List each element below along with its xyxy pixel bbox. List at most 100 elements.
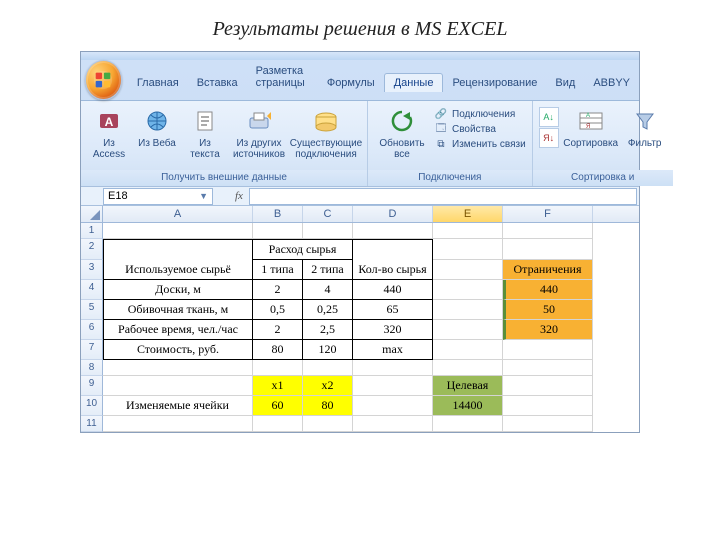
cell-F11[interactable]	[503, 416, 593, 432]
cell-B1[interactable]	[253, 223, 303, 239]
sort-desc-button[interactable]: Я↓	[539, 128, 559, 148]
cell-C10[interactable]: 80	[303, 396, 353, 416]
cell-B11[interactable]	[253, 416, 303, 432]
filter-button[interactable]: Фильтр	[623, 105, 667, 149]
rowhead-5[interactable]: 5	[81, 300, 103, 320]
tab-formulas[interactable]: Формулы	[318, 74, 384, 92]
cell-B4[interactable]: 2	[253, 280, 303, 300]
sort-button[interactable]: АЯ Сортировка	[563, 105, 619, 149]
edit-links-button[interactable]: ⧉Изменить связи	[434, 137, 526, 151]
tab-pagelayout[interactable]: Разметка страницы	[247, 62, 318, 92]
tab-home[interactable]: Главная	[128, 74, 188, 92]
cell-B8[interactable]	[253, 360, 303, 376]
refresh-all-button[interactable]: Обновить все	[374, 105, 430, 160]
cell-E11[interactable]	[433, 416, 503, 432]
cell-F3[interactable]: Отраничения	[503, 260, 593, 280]
cell-D5[interactable]: 65	[353, 300, 433, 320]
cell-C5[interactable]: 0,25	[303, 300, 353, 320]
rowhead-4[interactable]: 4	[81, 280, 103, 300]
cell-B2C2[interactable]: Расход сырья	[253, 239, 353, 260]
cell-B5[interactable]: 0,5	[253, 300, 303, 320]
rowhead-7[interactable]: 7	[81, 340, 103, 360]
rowhead-10[interactable]: 10	[81, 396, 103, 416]
cell-D3[interactable]: Кол-во сырья	[353, 260, 433, 280]
cell-B3[interactable]: 1 типа	[253, 260, 303, 280]
colhead-A[interactable]: A	[103, 206, 253, 222]
tab-view[interactable]: Вид	[546, 74, 584, 92]
cell-D9[interactable]	[353, 376, 433, 396]
rowhead-6[interactable]: 6	[81, 320, 103, 340]
rowhead-1[interactable]: 1	[81, 223, 103, 239]
cell-E10[interactable]: 14400	[433, 396, 503, 416]
cell-D10[interactable]	[353, 396, 433, 416]
select-all-corner[interactable]	[81, 206, 103, 222]
colhead-F[interactable]: F	[503, 206, 593, 222]
cell-A9[interactable]	[103, 376, 253, 396]
from-access-button[interactable]: A Из Access	[87, 105, 131, 160]
cell-F9[interactable]	[503, 376, 593, 396]
colhead-B[interactable]: B	[253, 206, 303, 222]
fx-label[interactable]: fx	[235, 190, 243, 202]
cell-C8[interactable]	[303, 360, 353, 376]
cell-E6[interactable]	[433, 320, 503, 340]
office-button[interactable]	[85, 60, 122, 100]
cell-E1[interactable]	[433, 223, 503, 239]
cell-F5[interactable]: 50	[503, 300, 593, 320]
cell-E3[interactable]	[433, 260, 503, 280]
cell-A7[interactable]: Стоимость, руб.	[103, 340, 253, 360]
cell-C4[interactable]: 4	[303, 280, 353, 300]
cell-A10[interactable]: Изменяемые ячейки	[103, 396, 253, 416]
cell-B9[interactable]: x1	[253, 376, 303, 396]
cell-D4[interactable]: 440	[353, 280, 433, 300]
sort-asc-button[interactable]: А↓	[539, 107, 559, 127]
tab-review[interactable]: Рецензирование	[443, 74, 546, 92]
cell-F2[interactable]	[503, 239, 593, 260]
cell-E2[interactable]	[433, 239, 503, 260]
cell-A4[interactable]: Доски, м	[103, 280, 253, 300]
cell-E5[interactable]	[433, 300, 503, 320]
existing-conn-button[interactable]: Существующие подключения	[291, 105, 361, 160]
colhead-D[interactable]: D	[353, 206, 433, 222]
cell-A5[interactable]: Обивочная ткань, м	[103, 300, 253, 320]
cell-E9[interactable]: Целевая	[433, 376, 503, 396]
rowhead-9[interactable]: 9	[81, 376, 103, 396]
cell-E7[interactable]	[433, 340, 503, 360]
rowhead-3[interactable]: 3	[81, 260, 103, 280]
colhead-C[interactable]: C	[303, 206, 353, 222]
connections-button[interactable]: 🔗Подключения	[434, 107, 526, 121]
cell-F4[interactable]: 440	[503, 280, 593, 300]
cell-A11[interactable]	[103, 416, 253, 432]
cell-D1[interactable]	[353, 223, 433, 239]
cell-C11[interactable]	[303, 416, 353, 432]
from-web-button[interactable]: Из Веба	[135, 105, 179, 149]
colhead-E[interactable]: E	[433, 206, 503, 222]
rowhead-2[interactable]: 2	[81, 239, 103, 260]
cell-B10[interactable]: 60	[253, 396, 303, 416]
rowhead-11[interactable]: 11	[81, 416, 103, 432]
cell-D8[interactable]	[353, 360, 433, 376]
cell-D2[interactable]	[353, 239, 433, 260]
name-box[interactable]: E18▼	[103, 188, 213, 205]
cell-C7[interactable]: 120	[303, 340, 353, 360]
cell-A1[interactable]	[103, 223, 253, 239]
from-text-button[interactable]: Из текста	[183, 105, 227, 160]
worksheet-grid[interactable]: A B C D E F 1 2 Расход сырья	[81, 206, 639, 432]
from-other-button[interactable]: Из других источников	[231, 105, 287, 160]
cell-D6[interactable]: 320	[353, 320, 433, 340]
cell-F1[interactable]	[503, 223, 593, 239]
rowhead-8[interactable]: 8	[81, 360, 103, 376]
formula-bar[interactable]	[249, 188, 637, 205]
tab-data[interactable]: Данные	[384, 73, 444, 92]
cell-B6[interactable]: 2	[253, 320, 303, 340]
cell-F6[interactable]: 320	[503, 320, 593, 340]
cell-B7[interactable]: 80	[253, 340, 303, 360]
cell-F8[interactable]	[503, 360, 593, 376]
tab-abbyy[interactable]: ABBYY	[584, 74, 639, 92]
cell-A2[interactable]	[103, 239, 253, 260]
cell-D11[interactable]	[353, 416, 433, 432]
cell-E4[interactable]	[433, 280, 503, 300]
cell-C9[interactable]: x2	[303, 376, 353, 396]
cell-C6[interactable]: 2,5	[303, 320, 353, 340]
cell-D7[interactable]: max	[353, 340, 433, 360]
cell-C1[interactable]	[303, 223, 353, 239]
